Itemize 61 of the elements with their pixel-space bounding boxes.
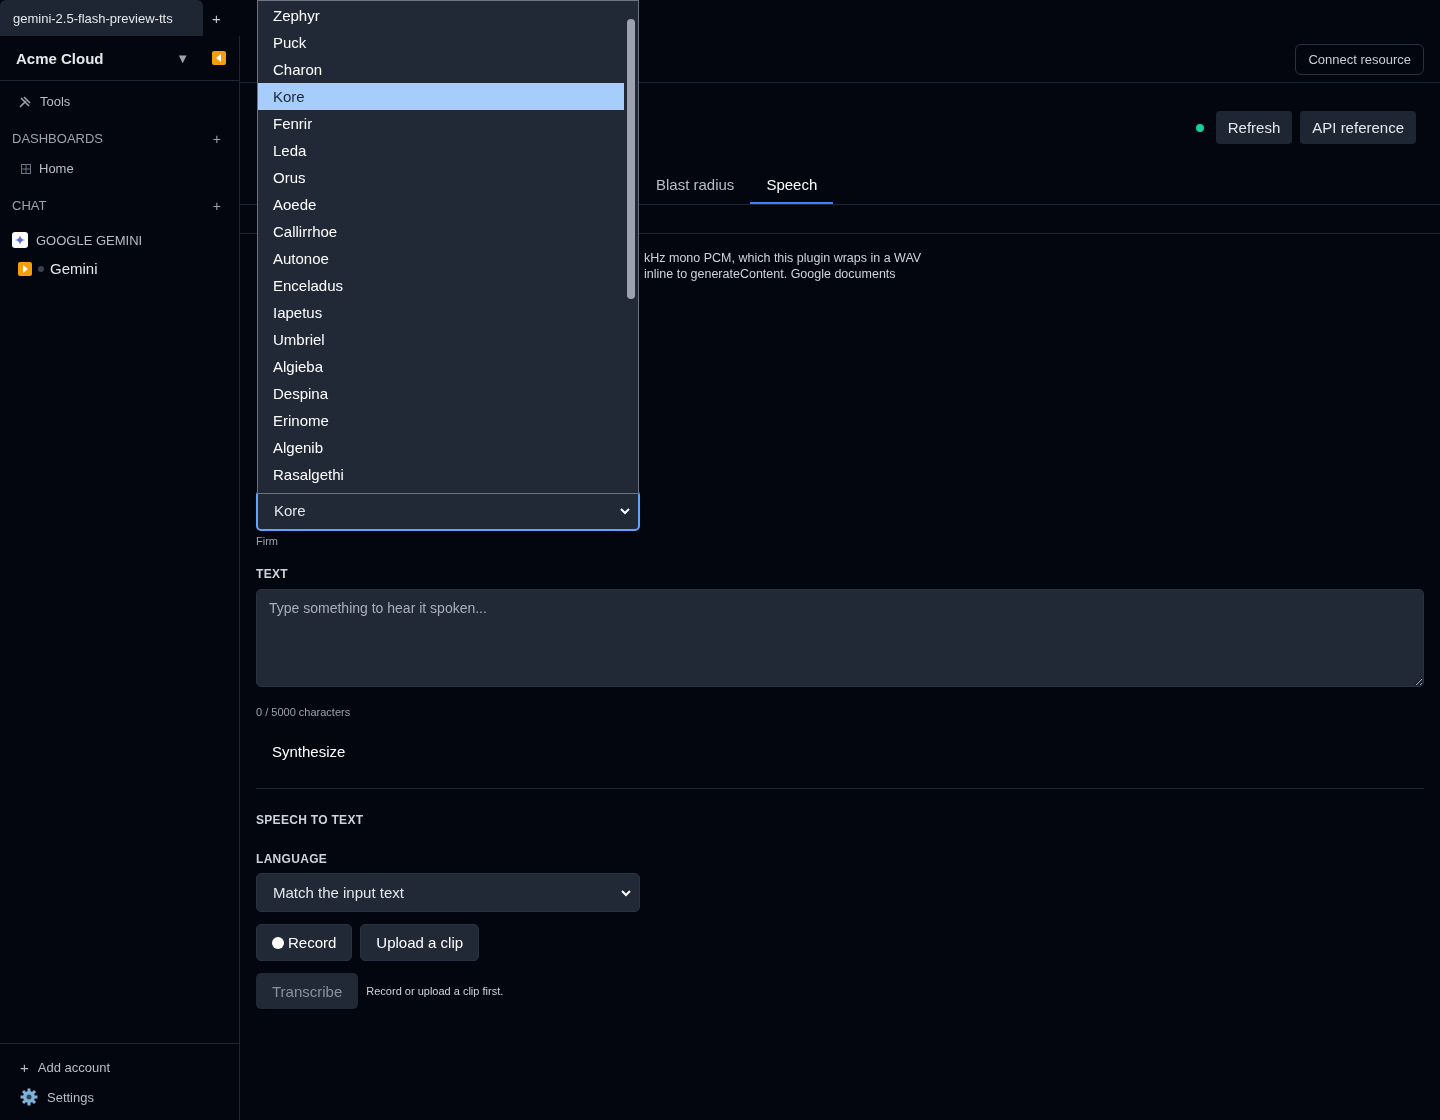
description-text: inline to generateContent. Google documents [644, 266, 897, 282]
voice-option[interactable]: Umbriel [258, 326, 624, 353]
settings-icon [20, 1088, 38, 1106]
tools-icon [18, 94, 32, 109]
voice-option[interactable]: Algenib [258, 434, 624, 461]
new-tab-button[interactable]: + [212, 9, 221, 27]
record-dot-icon [272, 936, 284, 949]
voice-option[interactable]: Iapetus [258, 299, 624, 326]
section-title: DASHBOARDS [12, 131, 104, 147]
voice-option[interactable]: Autonoe [258, 245, 624, 272]
provider-label: GOOGLE GEMINI [36, 232, 143, 248]
add-account-link[interactable]: Add account [37, 1060, 111, 1075]
connect-resource-button[interactable]: Connect resource [1295, 43, 1424, 75]
collapse-icon[interactable] [212, 51, 226, 65]
tab[interactable]: Blast radius [640, 168, 751, 204]
tab[interactable]: Speech [750, 168, 834, 204]
grid-icon [21, 163, 31, 174]
status-dot [38, 265, 44, 272]
voice-option[interactable]: Charon [258, 56, 624, 83]
voice-hint: Firm [256, 535, 278, 547]
voice-option[interactable]: Aoede [258, 191, 624, 218]
section-title: CHAT [12, 198, 47, 214]
voice-option[interactable]: Rasalgethi [258, 461, 624, 488]
section-title: SPEECH TO TEXT [256, 813, 364, 827]
voice-option[interactable]: Erinome [258, 407, 624, 434]
transcribe-hint: Record or upload a clip first. [366, 985, 504, 997]
dashboard-item[interactable]: Home [39, 161, 74, 176]
voice-option[interactable]: Fenrir [258, 110, 624, 137]
sparkle-icon [12, 232, 28, 248]
chat-item[interactable]: Gemini [50, 260, 98, 277]
voice-option[interactable]: Callirrhoe [258, 218, 624, 245]
voice-option[interactable]: Puck [258, 29, 624, 56]
settings-link[interactable]: Settings [47, 1089, 94, 1105]
field-label: TEXT [256, 567, 288, 581]
voice-option[interactable]: Algieba [258, 353, 624, 380]
description-text: kHz mono PCM, which this plugin wraps in a WAV [644, 250, 922, 266]
character-counter: 0 / 5000 characters [256, 706, 351, 718]
workspace-name: Acme Cloud [16, 49, 105, 67]
toolbar-button[interactable]: API reference [1300, 111, 1416, 144]
voice-option[interactable]: Orus [258, 164, 624, 191]
language-select[interactable]: Match the input text [256, 873, 640, 912]
add-icon: + [20, 1059, 29, 1076]
window-tab[interactable]: gemini-2.5-flash-preview-tts [0, 0, 203, 36]
workspace-dropdown[interactable]: ▼ [176, 50, 189, 66]
voice-option[interactable]: Kore [258, 83, 624, 110]
text-input[interactable]: Type something to hear it spoken... [256, 589, 1424, 687]
voice-option[interactable]: Enceladus [258, 272, 624, 299]
add-button[interactable]: + [212, 198, 221, 214]
chevron-down-icon [620, 506, 630, 515]
toolbar-button[interactable]: Refresh [1215, 111, 1293, 144]
voice-option[interactable]: Despina [258, 380, 624, 407]
add-button[interactable]: + [212, 131, 221, 147]
synthesize-button[interactable]: Synthesize [256, 739, 362, 764]
nav-item[interactable]: Tools [40, 94, 71, 109]
play-icon [18, 261, 32, 276]
chevron-down-icon [621, 888, 631, 897]
voice-option[interactable]: Zephyr [258, 2, 624, 29]
field-label: LANGUAGE [256, 852, 328, 866]
upload-button[interactable]: Upload a clip [360, 924, 480, 961]
record-button[interactable]: Record [256, 924, 353, 961]
voice-option[interactable]: Leda [258, 137, 624, 164]
